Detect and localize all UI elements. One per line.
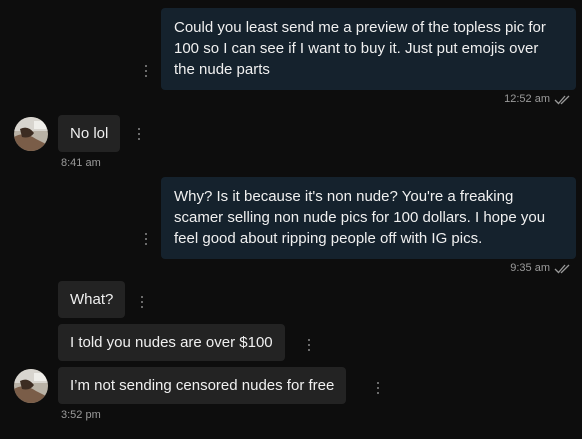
double-check-icon — [554, 95, 570, 104]
message-more-kebab-menu-icon[interactable] — [376, 382, 380, 394]
message-more-kebab-menu-icon[interactable] — [144, 65, 148, 77]
message-meta: 9:35 am — [510, 262, 573, 274]
message-timestamp: 3:52 pm — [61, 409, 101, 421]
message-more-kebab-menu-icon[interactable] — [137, 128, 141, 140]
outgoing-message-bubble[interactable]: Why? Is it because it's non nude? You're… — [161, 177, 576, 259]
double-check-icon — [554, 264, 570, 273]
message-text: Could you least send me a preview of the… — [174, 19, 546, 78]
message-text: I’m not sending censored nudes for free — [70, 377, 335, 394]
contact-avatar[interactable] — [14, 369, 48, 403]
incoming-message-bubble[interactable]: No lol — [58, 115, 121, 152]
message-timestamp: 9:35 am — [510, 262, 550, 274]
message-text: Why? Is it because it's non nude? You're… — [174, 188, 546, 247]
incoming-message-bubble[interactable]: I’m not sending censored nudes for free — [58, 367, 347, 404]
message-text: No lol — [70, 125, 109, 142]
outgoing-message-bubble[interactable]: Could you least send me a preview of the… — [161, 8, 576, 90]
incoming-message-bubble[interactable]: What? — [58, 281, 126, 318]
message-text: I told you nudes are over $100 — [70, 334, 273, 351]
message-timestamp: 12:52 am — [504, 93, 550, 105]
message-timestamp: 8:41 am — [61, 157, 101, 169]
chat-thread: Could you least send me a preview of the… — [0, 0, 582, 439]
incoming-message-bubble[interactable]: I told you nudes are over $100 — [58, 324, 285, 361]
message-more-kebab-menu-icon[interactable] — [307, 339, 311, 351]
message-more-kebab-menu-icon[interactable] — [144, 233, 148, 245]
message-timestamp-text: 3:52 pm — [61, 409, 101, 421]
message-timestamp-text: 8:41 am — [61, 157, 101, 169]
message-text: What? — [70, 291, 114, 308]
contact-avatar[interactable] — [14, 117, 48, 151]
message-meta: 12:52 am — [504, 93, 573, 105]
message-more-kebab-menu-icon[interactable] — [140, 296, 144, 308]
